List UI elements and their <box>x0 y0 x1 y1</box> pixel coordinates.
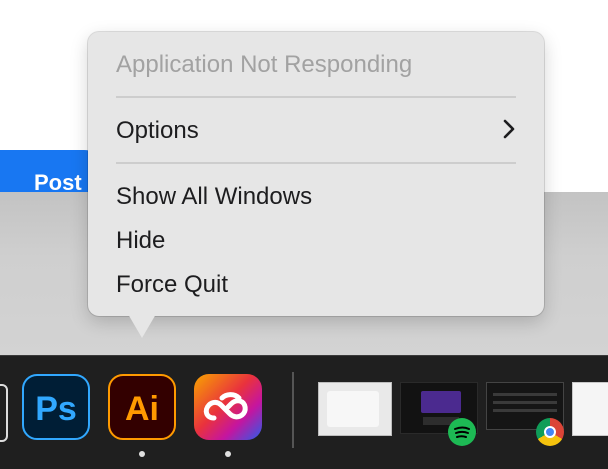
illustrator-icon[interactable]: Ai <box>108 374 176 440</box>
menu-item-options[interactable]: Options <box>116 116 199 146</box>
illustrator-running-indicator <box>139 451 145 457</box>
chrome-icon <box>536 418 564 446</box>
window-thumbnail-illustrator[interactable] <box>318 382 392 436</box>
menu-item-hide[interactable]: Hide <box>116 226 165 256</box>
menu-pointer <box>128 314 156 338</box>
menu-item-force-quit[interactable]: Force Quit <box>116 270 228 300</box>
creative-cloud-running-indicator <box>225 451 231 457</box>
menu-separator <box>116 96 516 98</box>
dock-context-menu: Application Not Responding Options Show … <box>88 32 544 316</box>
photoshop-icon[interactable]: Ps <box>22 374 90 440</box>
menu-header-not-responding: Application Not Responding <box>116 51 413 78</box>
creative-cloud-icon[interactable] <box>194 374 262 440</box>
dock-app-partial-icon[interactable] <box>0 384 8 442</box>
spotify-icon <box>448 418 476 446</box>
chevron-right-icon <box>503 119 515 139</box>
menu-item-show-all-windows[interactable]: Show All Windows <box>116 182 312 212</box>
menu-separator <box>116 162 516 164</box>
dock-divider <box>292 372 294 448</box>
creative-cloud-logo-icon <box>203 392 248 421</box>
window-thumbnail-document[interactable] <box>572 382 608 436</box>
